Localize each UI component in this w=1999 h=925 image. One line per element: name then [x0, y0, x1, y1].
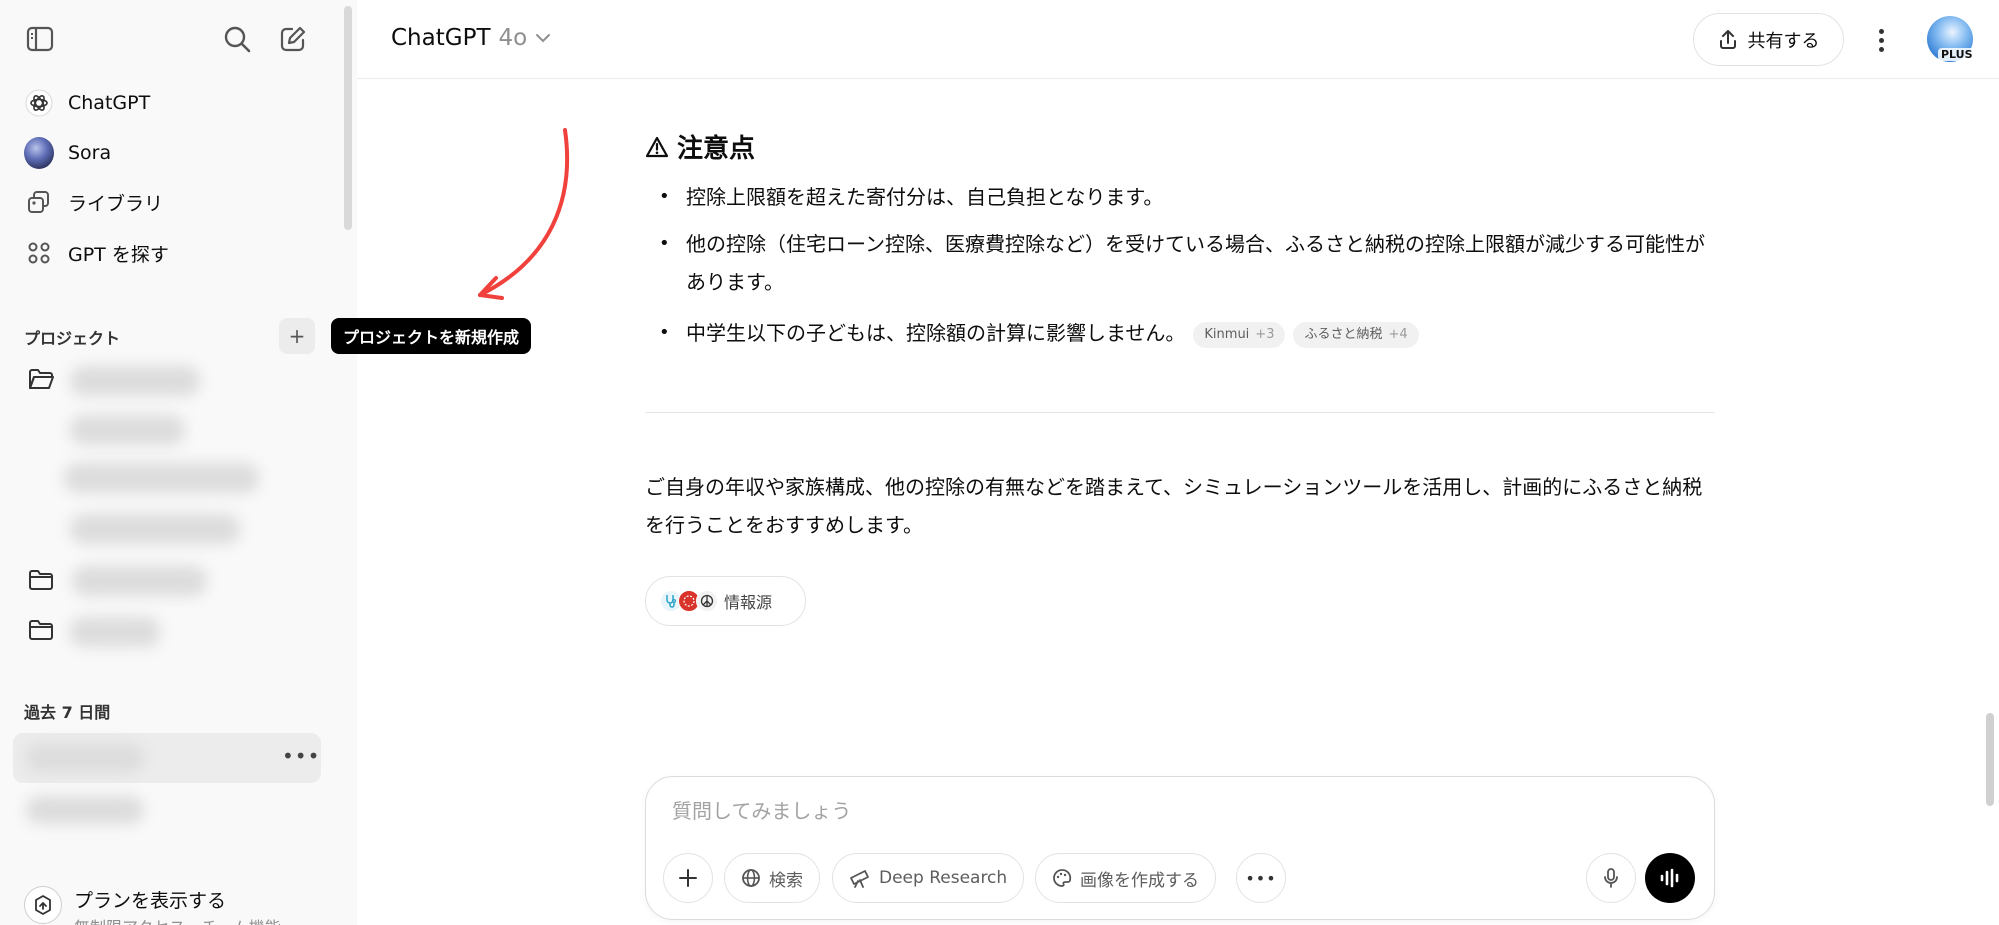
- peace-logo-icon: [696, 590, 718, 612]
- list-item: 中学生以下の子どもは、控除額の計算に影響しません。Kinmui+3ふるさと納税+…: [659, 314, 1709, 352]
- globe-icon: [741, 868, 761, 888]
- sources-label: 情報源: [724, 589, 772, 613]
- sidebar-item-label: ChatGPT: [68, 92, 150, 114]
- new-project-tooltip: プロジェクトを新規作成: [331, 318, 531, 354]
- plus-icon: +: [289, 324, 306, 348]
- sidebar-item-chatgpt[interactable]: ChatGPT: [14, 81, 344, 125]
- chevron-down-icon: [535, 33, 551, 43]
- dictate-button[interactable]: [1586, 853, 1636, 903]
- summary-paragraph: ご自身の年収や家族構成、他の控除の有無などを踏まえて、シミュレーションツールを活…: [645, 468, 1715, 544]
- attach-button[interactable]: [663, 853, 713, 903]
- plan-subtitle: 無制限アクセス、チーム機能: [74, 914, 281, 925]
- sora-avatar: [24, 138, 54, 168]
- project-item-redacted[interactable]: [70, 617, 160, 647]
- model-version: 4o: [499, 25, 528, 51]
- voice-mode-button[interactable]: [1645, 853, 1695, 903]
- microphone-icon: [1602, 867, 1620, 889]
- list-item: 他の控除（住宅ローン控除、医療費控除など）を受けている場合、ふるさと納税の控除上…: [659, 225, 1709, 301]
- more-options-button[interactable]: [1865, 22, 1897, 58]
- plus-icon: [677, 867, 699, 889]
- grid-icon: [24, 238, 54, 268]
- more-icon: •••: [1245, 869, 1276, 888]
- compose-icon: [279, 25, 307, 53]
- toggle-sidebar-button[interactable]: [20, 19, 60, 59]
- sources-button[interactable]: 情報源: [645, 576, 806, 626]
- chat-item-redacted[interactable]: [26, 796, 144, 824]
- recent-heading: 過去 7 日間: [24, 699, 110, 723]
- share-button[interactable]: 共有する: [1693, 13, 1844, 66]
- view-plans-button[interactable]: プランを表示する 無制限アクセス、チーム機能: [24, 886, 226, 924]
- list-item: 控除上限額を超えた寄付分は、自己負担となります。: [659, 178, 1709, 216]
- project-chat-redacted[interactable]: [70, 415, 185, 445]
- project-chat-redacted[interactable]: [70, 514, 240, 544]
- citation-chip[interactable]: ふるさと納税+4: [1293, 322, 1418, 348]
- voice-wave-icon: [1659, 868, 1681, 888]
- share-icon: [1718, 30, 1738, 50]
- sidebar-item-label: ライブラリ: [68, 189, 163, 216]
- sidebar-item-sora[interactable]: Sora: [14, 131, 344, 175]
- sidebar-scrollbar[interactable]: [344, 6, 352, 230]
- search-chats-button[interactable]: [217, 19, 257, 59]
- divider: [645, 412, 1715, 413]
- folder-icon: [28, 616, 54, 642]
- create-image-button[interactable]: 画像を作成する: [1035, 853, 1216, 903]
- model-name: ChatGPT: [391, 25, 491, 51]
- sidebar: ChatGPT Sora ライブラリ GPT を探す プロジェクト + 過去 7…: [0, 0, 357, 925]
- search-tool-button[interactable]: 検索: [724, 853, 820, 903]
- deep-research-button[interactable]: Deep Research: [832, 853, 1024, 903]
- sidebar-item-label: GPT を探す: [68, 240, 169, 267]
- project-chat-redacted[interactable]: [64, 463, 259, 493]
- sidebar-item-library[interactable]: ライブラリ: [14, 180, 344, 224]
- new-project-button[interactable]: +: [279, 318, 315, 354]
- upgrade-icon: [24, 886, 62, 924]
- new-chat-button[interactable]: [273, 19, 313, 59]
- plan-title: プランを表示する: [74, 886, 226, 913]
- folder-open-icon: [28, 366, 54, 392]
- folder-icon: [28, 566, 54, 592]
- share-label: 共有する: [1748, 27, 1820, 53]
- palette-icon: [1052, 868, 1072, 888]
- plan-badge: PLUS: [1938, 48, 1976, 61]
- top-bar: ChatGPT 4o 共有する PLUS: [357, 0, 1999, 79]
- more-tools-button[interactable]: •••: [1236, 853, 1286, 903]
- openai-logo-icon: [24, 88, 54, 118]
- message-composer: 検索 Deep Research 画像を作成する •••: [645, 776, 1715, 920]
- sidebar-item-label: Sora: [68, 142, 111, 164]
- chat-item-redacted: [26, 744, 144, 772]
- sidebar-toggle-icon: [26, 26, 54, 52]
- warning-icon: [645, 136, 669, 158]
- sidebar-item-explore-gpts[interactable]: GPT を探す: [14, 231, 344, 275]
- project-item-redacted[interactable]: [72, 566, 207, 596]
- chat-options-button[interactable]: •••: [282, 744, 320, 768]
- library-icon: [24, 187, 54, 217]
- main-scrollbar[interactable]: [1986, 713, 1994, 806]
- citation-chip[interactable]: Kinmui+3: [1193, 322, 1285, 348]
- telescope-icon: [849, 868, 871, 888]
- annotation-arrow: [460, 120, 580, 310]
- project-item-redacted[interactable]: [70, 366, 200, 396]
- search-icon: [223, 25, 251, 53]
- prompt-input[interactable]: [672, 799, 1672, 823]
- warning-heading: 注意点: [645, 128, 755, 165]
- projects-heading: プロジェクト: [24, 325, 120, 349]
- model-selector[interactable]: ChatGPT 4o: [391, 25, 551, 51]
